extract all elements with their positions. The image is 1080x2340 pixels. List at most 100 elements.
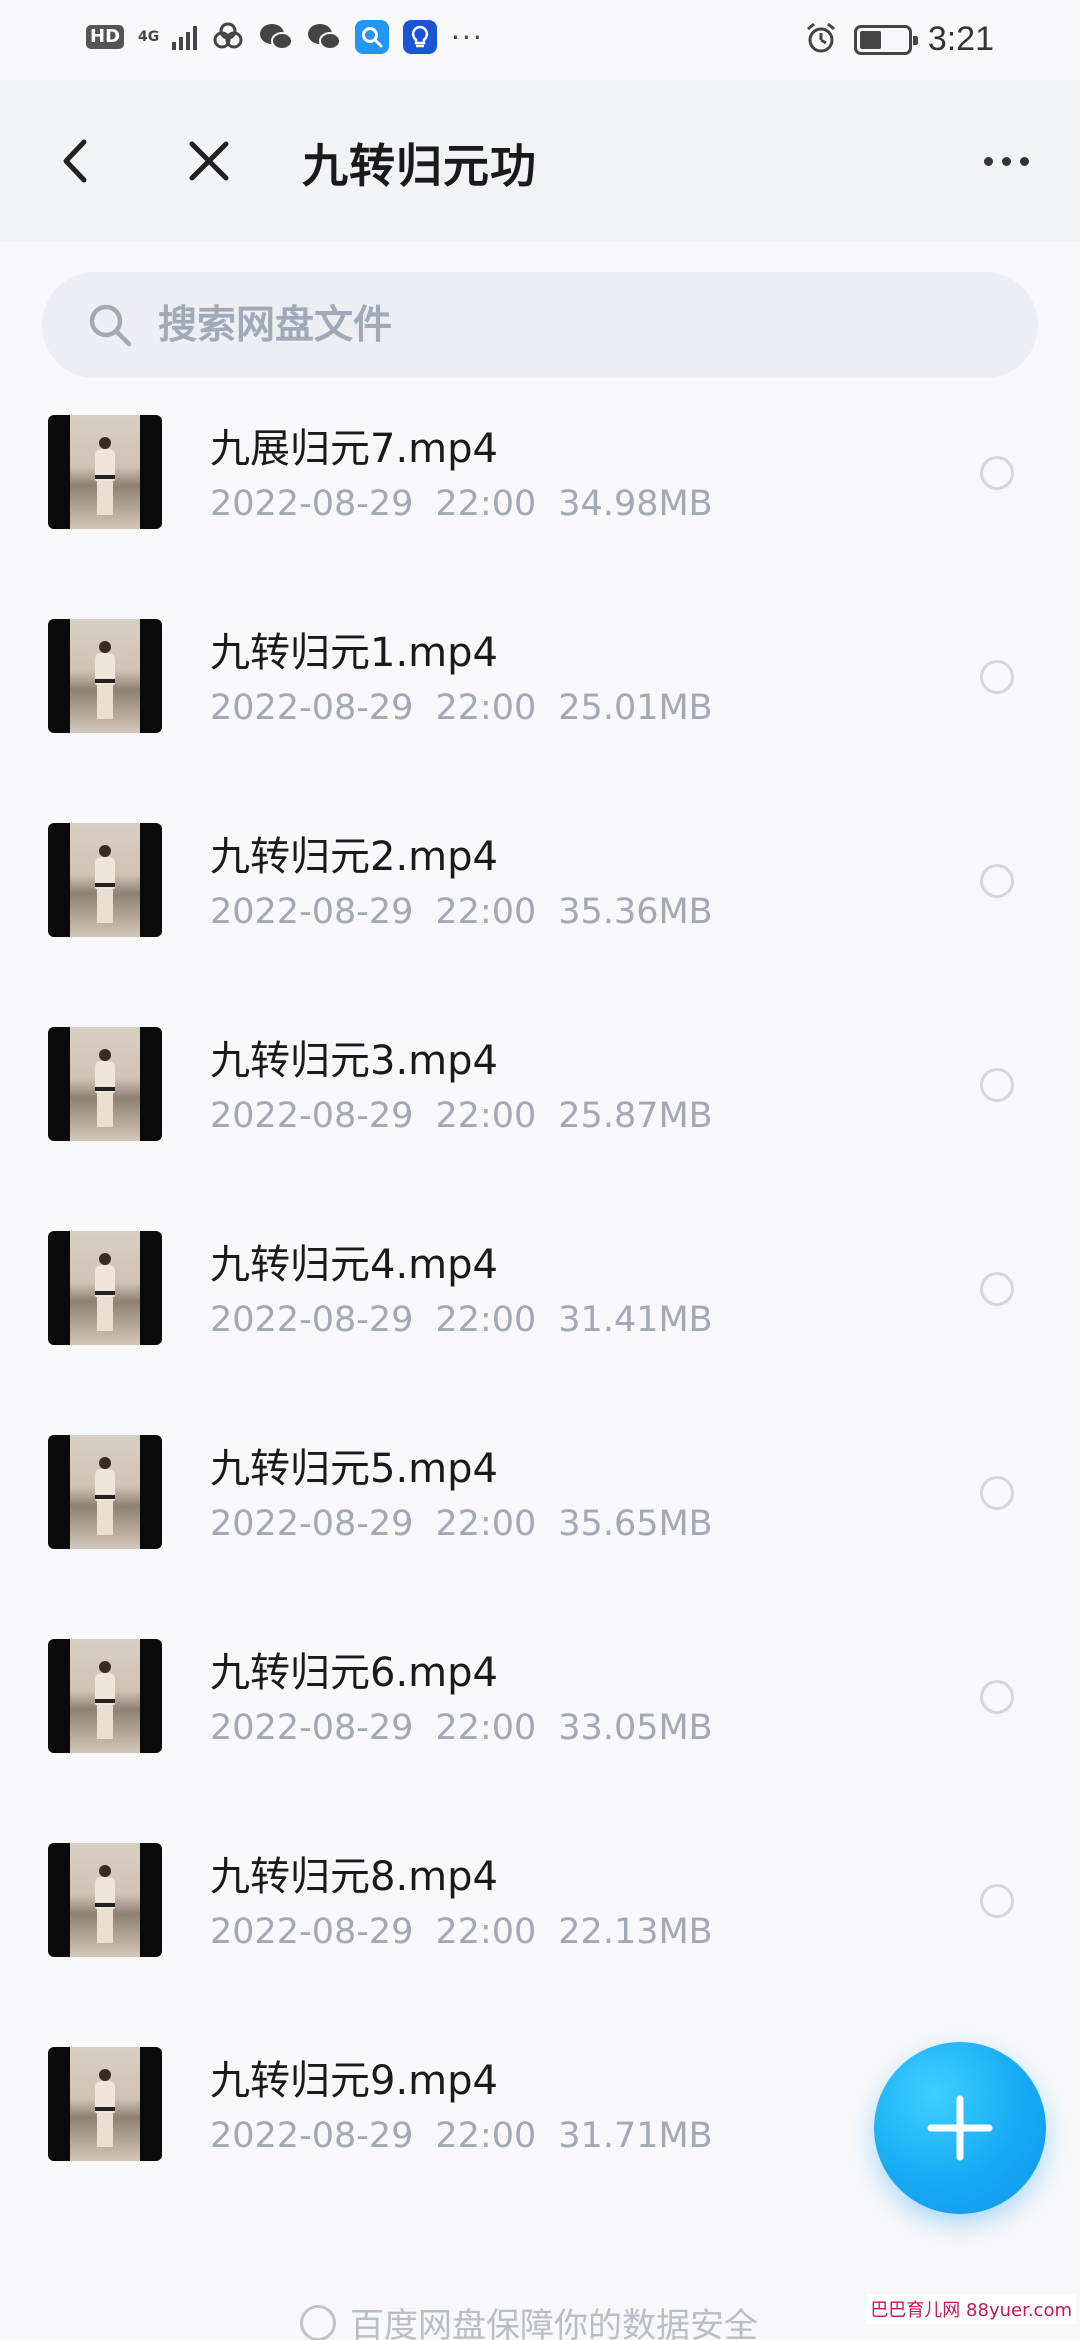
file-meta: 2022-08-29 22:00 25.01MB: [210, 688, 713, 728]
file-size: 35.65MB: [558, 1504, 713, 1544]
more-notifications-icon: ···: [451, 20, 484, 54]
file-time: 22:00: [435, 1912, 537, 1952]
footer-text: 百度网盘保障你的数据安全: [350, 2306, 758, 2340]
file-name: 九转归元5.mp4: [210, 1446, 498, 1492]
file-size: 33.05MB: [558, 1708, 713, 1748]
lightbulb-icon: [403, 20, 438, 54]
add-button[interactable]: [874, 2042, 1046, 2214]
video-thumbnail: [48, 1639, 162, 1753]
back-button[interactable]: [44, 120, 106, 202]
select-radio[interactable]: [980, 864, 1014, 898]
file-row[interactable]: 九转归元6.mp4 2022-08-29 22:00 33.05MB: [0, 1602, 1080, 1806]
file-name: 九转归元1.mp4: [210, 630, 498, 676]
file-size: 35.36MB: [558, 892, 713, 932]
file-time: 22:00: [435, 688, 537, 728]
network-type: 4G: [138, 29, 160, 45]
app-notification-icon: [211, 20, 245, 54]
search-icon: [89, 304, 132, 347]
file-row[interactable]: 九转归元2.mp4 2022-08-29 22:00 35.36MB: [0, 786, 1080, 990]
file-row[interactable]: 九转归元3.mp4 2022-08-29 22:00 25.87MB: [0, 990, 1080, 1194]
file-date: 2022-08-29: [210, 484, 414, 524]
file-row[interactable]: 九转归元1.mp4 2022-08-29 22:00 25.01MB: [0, 582, 1080, 786]
chevron-left-icon: [63, 139, 87, 183]
status-bar: HD 4G ··· 3:21: [0, 0, 1080, 80]
file-name: 九转归元9.mp4: [210, 2058, 498, 2104]
more-dots-icon: [983, 156, 993, 166]
battery-icon: [853, 24, 918, 55]
file-date: 2022-08-29: [210, 1300, 414, 1340]
video-thumbnail: [48, 1231, 162, 1345]
file-name: 九转归元4.mp4: [210, 1242, 498, 1288]
more-button[interactable]: [966, 120, 1046, 202]
file-date: 2022-08-29: [210, 1708, 414, 1748]
video-thumbnail: [48, 1843, 162, 1957]
file-time: 22:00: [435, 892, 537, 932]
file-time: 22:00: [435, 2116, 537, 2156]
select-radio[interactable]: [980, 1476, 1014, 1510]
file-name: 九展归元7.mp4: [210, 426, 498, 472]
search-input[interactable]: [158, 272, 998, 378]
plus-icon: [927, 2095, 993, 2161]
file-meta: 2022-08-29 22:00 34.98MB: [210, 484, 713, 524]
battery-level: [859, 30, 881, 49]
file-date: 2022-08-29: [210, 688, 414, 728]
file-name: 九转归元6.mp4: [210, 1650, 498, 1696]
video-thumbnail: [48, 619, 162, 733]
clock: 3:21: [927, 20, 994, 58]
file-name: 九转归元8.mp4: [210, 1854, 498, 1900]
video-thumbnail: [48, 415, 162, 529]
file-meta: 2022-08-29 22:00 35.36MB: [210, 892, 713, 932]
file-time: 22:00: [435, 484, 537, 524]
file-time: 22:00: [435, 1300, 537, 1340]
file-date: 2022-08-29: [210, 2116, 414, 2156]
file-time: 22:00: [435, 1504, 537, 1544]
wechat-icon: [307, 20, 342, 54]
select-radio[interactable]: [980, 456, 1014, 490]
close-icon: [189, 141, 229, 181]
file-row[interactable]: 九转归元4.mp4 2022-08-29 22:00 31.41MB: [0, 1194, 1080, 1398]
file-date: 2022-08-29: [210, 1912, 414, 1952]
page-title: 九转归元功: [302, 139, 537, 193]
wechat-icon: [259, 20, 294, 54]
signal-icon: [172, 24, 198, 50]
shield-icon: [300, 2304, 336, 2340]
file-meta: 2022-08-29 22:00 35.65MB: [210, 1504, 713, 1544]
nav-bar: 九转归元功: [0, 80, 1080, 242]
file-size: 31.71MB: [558, 2116, 713, 2156]
status-bar-left: HD 4G ···: [86, 20, 484, 54]
file-size: 31.41MB: [558, 1300, 713, 1340]
select-radio[interactable]: [980, 1680, 1014, 1714]
file-date: 2022-08-29: [210, 892, 414, 932]
file-name: 九转归元2.mp4: [210, 834, 498, 880]
file-time: 22:00: [435, 1708, 537, 1748]
select-radio[interactable]: [980, 1068, 1014, 1102]
video-thumbnail: [48, 823, 162, 937]
file-row[interactable]: 九转归元5.mp4 2022-08-29 22:00 35.65MB: [0, 1398, 1080, 1602]
hd-badge: HD: [86, 25, 125, 49]
select-radio[interactable]: [980, 1884, 1014, 1918]
file-name: 九转归元3.mp4: [210, 1038, 498, 1084]
file-row[interactable]: 九展归元7.mp4 2022-08-29 22:00 34.98MB: [0, 378, 1080, 582]
video-thumbnail: [48, 2047, 162, 2161]
file-meta: 2022-08-29 22:00 22.13MB: [210, 1912, 713, 1952]
file-meta: 2022-08-29 22:00 33.05MB: [210, 1708, 713, 1748]
file-size: 22.13MB: [558, 1912, 713, 1952]
select-radio[interactable]: [980, 660, 1014, 694]
file-meta: 2022-08-29 22:00 31.41MB: [210, 1300, 713, 1340]
file-size: 34.98MB: [558, 484, 713, 524]
file-meta: 2022-08-29 22:00 25.87MB: [210, 1096, 713, 1136]
file-date: 2022-08-29: [210, 1504, 414, 1544]
file-time: 22:00: [435, 1096, 537, 1136]
video-thumbnail: [48, 1435, 162, 1549]
status-bar-right: 3:21: [804, 20, 994, 59]
search-app-icon: [355, 20, 390, 54]
file-row[interactable]: 九转归元8.mp4 2022-08-29 22:00 22.13MB: [0, 1806, 1080, 2010]
close-button[interactable]: [176, 120, 242, 202]
watermark: 巴巴育儿网 88yuer.com: [866, 2294, 1076, 2324]
file-size: 25.87MB: [558, 1096, 713, 1136]
video-thumbnail: [48, 1027, 162, 1141]
footer: 百度网盘保障你的数据安全: [300, 2298, 758, 2340]
alarm-icon: [804, 21, 838, 59]
select-radio[interactable]: [980, 1272, 1014, 1306]
search-bar[interactable]: [42, 272, 1038, 378]
